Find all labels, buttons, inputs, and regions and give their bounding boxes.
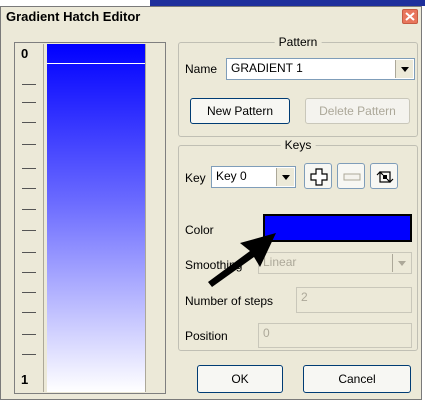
minus-icon [343, 173, 361, 181]
swap-icon [376, 171, 394, 183]
delete-pattern-button[interactable]: Delete Pattern [305, 98, 410, 124]
position-label: Position [185, 329, 228, 343]
steps-label: Number of steps [185, 294, 274, 308]
ruler-tick [22, 168, 36, 169]
add-key-button[interactable] [304, 163, 332, 189]
gradient-preview-panel[interactable]: 0 1 [14, 42, 166, 394]
gradient-key-line [47, 63, 145, 64]
ruler-tick [22, 188, 36, 189]
color-swatch-button[interactable] [263, 214, 412, 242]
pattern-group-title: Pattern [274, 35, 322, 49]
close-button[interactable] [402, 9, 418, 24]
key-value: Key 0 [216, 169, 247, 183]
gradient-key-marker-bottom[interactable]: 1 [21, 372, 28, 387]
key-label: Key [185, 171, 206, 185]
ruler-tick [22, 312, 36, 313]
reverse-keys-button[interactable] [370, 163, 398, 189]
ok-button[interactable]: OK [197, 365, 283, 393]
new-pattern-button[interactable]: New Pattern [190, 98, 290, 124]
ruler-tick [22, 144, 36, 145]
steps-value: 2 [301, 290, 308, 304]
gradient-ruler[interactable]: 0 1 [16, 44, 44, 392]
close-icon [405, 12, 415, 21]
gradient-side-bar [145, 44, 164, 392]
ruler-tick [22, 84, 36, 85]
key-dropdown-button[interactable] [276, 168, 294, 186]
pointer-arrow-icon [208, 233, 276, 287]
ruler-tick [22, 292, 36, 293]
gradient-key-marker-top[interactable]: 0 [21, 46, 28, 61]
ruler-tick [22, 252, 36, 253]
pattern-name-dropdown-button[interactable] [395, 60, 413, 78]
keys-group-title: Keys [280, 138, 316, 152]
ruler-tick [22, 102, 36, 103]
key-combo[interactable]: Key 0 [211, 166, 296, 188]
ruler-tick [22, 272, 36, 273]
gradient-preview [47, 44, 145, 392]
position-value: 0 [263, 326, 270, 340]
cancel-button[interactable]: Cancel [303, 365, 411, 393]
gradient-hatch-editor-dialog: Gradient Hatch Editor 0 1 Pattern Name G… [0, 6, 422, 400]
pattern-name-value: GRADIENT 1 [231, 61, 303, 75]
remove-key-button[interactable] [337, 163, 365, 189]
plus-icon [310, 168, 328, 186]
steps-input[interactable]: 2 [296, 287, 412, 313]
name-label: Name [185, 62, 218, 76]
ruler-tick [22, 122, 36, 123]
chevron-down-icon [282, 175, 290, 180]
position-input[interactable]: 0 [258, 323, 412, 348]
title-bar[interactable]: Gradient Hatch Editor [1, 7, 421, 27]
pattern-group: Pattern Name GRADIENT 1 New Pattern Dele… [178, 35, 418, 137]
ruler-tick [22, 334, 36, 335]
pattern-name-combo[interactable]: GRADIENT 1 [226, 58, 415, 80]
ruler-tick [22, 209, 36, 210]
chevron-down-icon [401, 67, 409, 72]
ruler-tick [22, 354, 36, 355]
ruler-tick [22, 230, 36, 231]
window-title: Gradient Hatch Editor [6, 9, 141, 24]
chevron-down-icon [398, 261, 406, 266]
smoothing-dropdown-button[interactable] [392, 254, 410, 272]
